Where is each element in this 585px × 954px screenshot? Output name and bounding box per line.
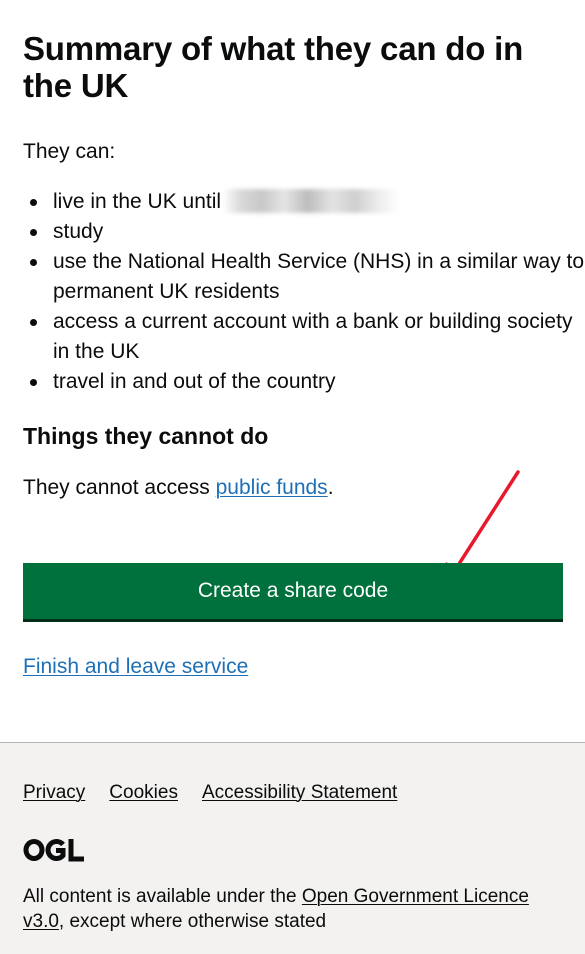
cannot-text-after: .	[327, 476, 334, 499]
licence-text-after: , except where otherwise stated	[58, 911, 327, 932]
footer-links: Privacy Cookies Accessibility Statement	[23, 780, 421, 806]
list-item: travel in and out of the country	[30, 367, 585, 397]
cannot-text-before: They cannot access	[23, 476, 216, 499]
create-share-code-button[interactable]: Create a share code	[23, 563, 563, 619]
list-item: access a current account with a bank or …	[30, 307, 585, 367]
list-item: live in the UK until	[30, 187, 585, 217]
public-funds-link[interactable]: public funds	[216, 476, 328, 499]
cannot-text: They cannot access public funds.	[23, 473, 334, 503]
licence-text-before: All content is available under the	[23, 886, 302, 907]
list-item-text: live in the UK until	[53, 190, 222, 213]
finish-and-leave-link[interactable]: Finish and leave service	[23, 652, 248, 682]
ogl-logo-icon	[23, 839, 84, 862]
footer: Privacy Cookies Accessibility Statement Al…	[0, 742, 585, 954]
page-title: Summary of what they can do in the UK	[23, 30, 524, 104]
can-list: live in the UK until study use the Natio…	[23, 187, 585, 397]
licence-text: All content is available under the Open …	[23, 884, 568, 934]
privacy-link[interactable]: Privacy	[23, 782, 85, 803]
cannot-heading: Things they cannot do	[23, 423, 269, 449]
can-lead-text: They can:	[23, 140, 116, 163]
list-item: use the National Health Service (NHS) in…	[30, 247, 585, 307]
list-item: study	[30, 217, 585, 247]
cookies-link[interactable]: Cookies	[109, 782, 178, 803]
redacted-date	[223, 189, 400, 213]
accessibility-statement-link[interactable]: Accessibility Statement	[202, 782, 397, 803]
